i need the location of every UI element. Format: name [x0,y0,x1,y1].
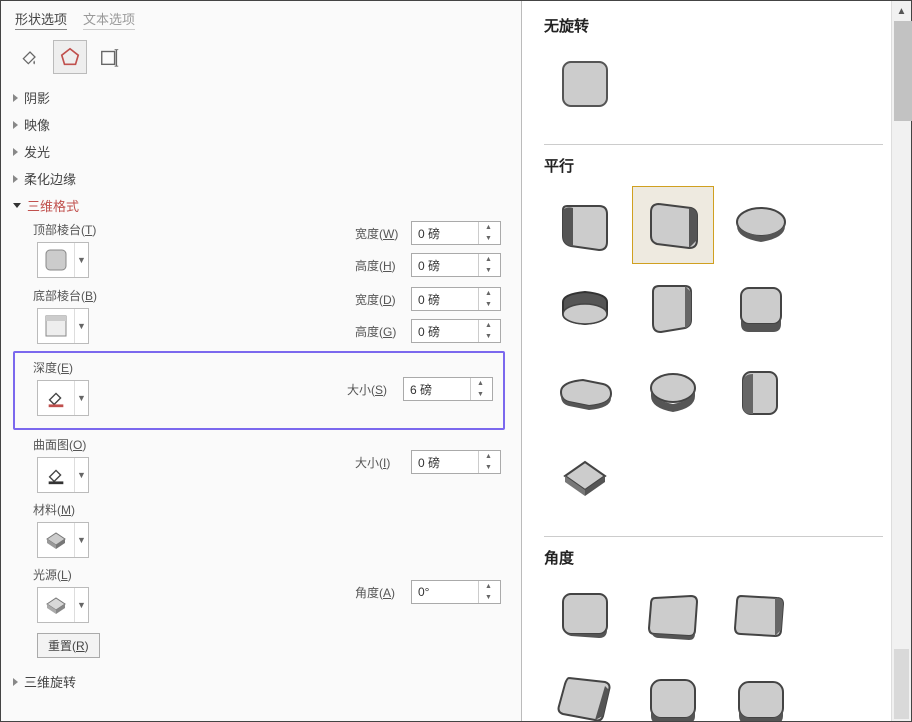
preset-parallel-9[interactable] [720,354,802,432]
label-top-width: 宽度(W) [355,225,411,242]
chevron-down-icon: ▼ [74,309,88,343]
preset-parallel-6[interactable] [720,270,802,348]
section-reflection[interactable]: 映像 [11,111,511,138]
depth-highlight: 深度(E) ▼ 大小(S) ▲▼ [13,351,505,430]
chevron-down-icon: ▼ [74,243,88,277]
preset-perspective-4[interactable] [544,662,626,721]
preset-parallel-1[interactable] [544,186,626,264]
label-lighting-angle: 角度(A) [355,584,411,601]
preset-perspective-6[interactable] [720,662,802,721]
scrollbar-track-bottom [894,649,909,719]
scroll-up-icon[interactable]: ▲ [892,1,911,21]
preset-no-rotation[interactable] [544,46,626,124]
preset-parallel-4[interactable] [544,270,626,348]
preset-perspective-1[interactable] [544,578,626,656]
format-shape-panel: 形状选项 文本选项 阴影 映像 发光 柔化边缘 三维格式 顶部棱 [1,1,522,721]
bottom-bevel-picker[interactable]: ▼ [37,308,89,344]
preset-perspective-3[interactable] [720,578,802,656]
gallery-heading-parallel: 平行 [544,155,883,176]
material-picker[interactable]: ▼ [37,522,89,558]
chevron-down-icon: ▼ [74,523,88,557]
label-bottom-bevel: 底部棱台(B) [11,285,311,308]
reset-button[interactable]: 重置(R) [37,633,100,658]
top-bevel-height-input[interactable]: ▲▼ [411,253,501,277]
size-properties-icon[interactable] [93,40,127,74]
bottom-bevel-height-input[interactable]: ▲▼ [411,319,501,343]
tab-shape-options[interactable]: 形状选项 [15,9,67,30]
contour-color-picker[interactable]: ▼ [37,457,89,493]
preset-parallel-5[interactable] [632,270,714,348]
lighting-angle-input[interactable]: ▲▼ [411,580,501,604]
label-bottom-width: 宽度(D) [355,291,411,308]
label-bottom-height: 高度(G) [355,323,411,340]
lighting-picker[interactable]: ▼ [37,587,89,623]
depth-size-input[interactable]: ▲▼ [403,377,493,401]
preset-parallel-3[interactable] [720,186,802,264]
chevron-down-icon: ▼ [74,381,88,415]
preset-parallel-2[interactable] [632,186,714,264]
label-lighting: 光源(L) [11,564,311,587]
label-contour-size: 大小(I) [355,454,411,471]
preset-perspective-2[interactable] [632,578,714,656]
gallery-scrollbar[interactable]: ▲ [891,1,911,721]
preset-parallel-10[interactable] [544,438,626,516]
effects-icon[interactable] [53,40,87,74]
label-depth: 深度(E) [19,357,295,380]
fill-line-icon[interactable] [13,40,47,74]
tab-text-options[interactable]: 文本选项 [83,9,135,30]
preset-parallel-8[interactable] [632,354,714,432]
top-bevel-picker[interactable]: ▼ [37,242,89,278]
gallery-heading-perspective: 角度 [544,547,883,568]
option-tabs: 形状选项 文本选项 [11,7,511,36]
depth-color-picker[interactable]: ▼ [37,380,89,416]
top-bevel-width-input[interactable]: ▲▼ [411,221,501,245]
label-material: 材料(M) [11,499,511,522]
category-icons [11,36,511,84]
preset-parallel-7[interactable] [544,354,626,432]
section-shadow[interactable]: 阴影 [11,84,511,111]
label-contour: 曲面图(O) [11,434,311,457]
scrollbar-thumb[interactable] [894,21,912,121]
label-top-bevel: 顶部棱台(T) [11,219,311,242]
contour-size-input[interactable]: ▲▼ [411,450,501,474]
section-3d-rotation[interactable]: 三维旋转 [11,668,511,695]
section-soft-edges[interactable]: 柔化边缘 [11,165,511,192]
section-glow[interactable]: 发光 [11,138,511,165]
preset-perspective-5[interactable] [632,662,714,721]
gallery-heading-none: 无旋转 [544,15,883,36]
rotation-preset-gallery: 无旋转 平行 [522,1,911,721]
label-top-height: 高度(H) [355,257,411,274]
label-depth-size: 大小(S) [347,381,403,398]
section-3d-format[interactable]: 三维格式 [11,192,511,219]
chevron-down-icon: ▼ [74,588,88,622]
chevron-down-icon: ▼ [74,458,88,492]
bottom-bevel-width-input[interactable]: ▲▼ [411,287,501,311]
